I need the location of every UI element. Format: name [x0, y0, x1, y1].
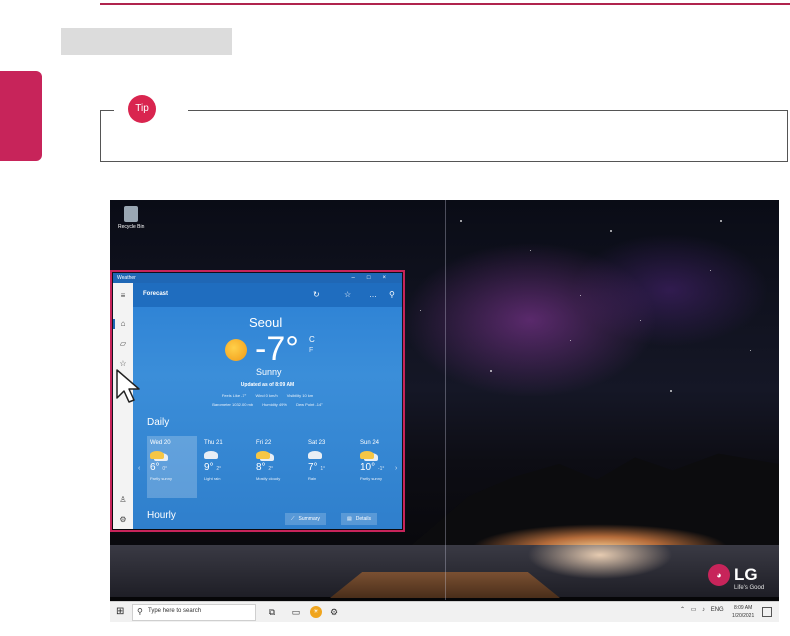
day-card[interactable]: Thu 21 9° 2° Light rain — [201, 436, 251, 498]
lg-logo-icon: ◕ — [708, 564, 730, 586]
recycle-bin-label: Recycle Bin — [118, 224, 145, 230]
section-tab — [0, 71, 42, 161]
partly-sunny-icon — [360, 451, 374, 459]
search-placeholder: Type here to search — [148, 608, 202, 614]
sunny-icon — [225, 339, 247, 361]
summary-button[interactable]: ⟋ Summary — [285, 513, 326, 525]
details-button[interactable]: ▤ Details — [341, 513, 378, 525]
window-title: Weather — [117, 275, 136, 281]
weather-app-taskbar-icon[interactable]: ☀ — [310, 606, 322, 618]
search-icon: ⚲ — [137, 607, 143, 616]
weather-header: Forecast ↻ ☆ … ⚲ — [133, 283, 402, 307]
maps-icon[interactable]: ▱ — [118, 339, 128, 349]
chevron-up-icon[interactable]: ⌃ — [680, 607, 685, 613]
hamburger-menu-icon[interactable]: ≡ — [118, 291, 128, 301]
system-tray: ⌃ ▭ ♪ ENG — [680, 606, 728, 618]
day-card[interactable]: Sun 24 10° -1° Partly sunny — [357, 436, 397, 498]
updated-time: Updated as of 8:09 AM — [240, 382, 295, 388]
manual-page: Tip Recycle Bin ◕ LG Life's Good ⊞ ⚲ Typ… — [0, 0, 790, 636]
forecast-title: Forecast — [143, 291, 169, 297]
document-icon: ▤ — [347, 516, 352, 522]
taskbar-search[interactable]: ⚲ Type here to search — [132, 604, 256, 621]
notification-center-icon[interactable] — [762, 607, 772, 617]
search-icon[interactable]: ⚲ — [389, 290, 395, 299]
recycle-bin[interactable]: Recycle Bin — [118, 206, 144, 230]
day-card[interactable]: Wed 20 6° 0° Partly sunny — [147, 436, 197, 498]
chart-icon: ⟋ — [291, 516, 295, 522]
clock-date: 1/20/2021 — [732, 613, 755, 619]
light-rain-icon — [204, 451, 218, 459]
day-card[interactable]: Fri 22 8° 2° Mostly cloudy — [253, 436, 303, 498]
windows-start-icon[interactable]: ⊞ — [116, 607, 126, 617]
close-icon[interactable]: × — [382, 275, 398, 281]
heading-placeholder — [61, 28, 232, 55]
lg-logo-text: LG — [734, 565, 758, 584]
window-titlebar[interactable]: Weather –□× — [113, 273, 402, 283]
minimize-icon[interactable]: – — [352, 275, 367, 281]
chevron-left-icon[interactable]: ‹ — [138, 465, 140, 472]
taskbar: ⊞ ⚲ Type here to search ⧉ ▭ ☀ ⚙ ⌃ ▭ ♪ EN… — [110, 601, 779, 622]
clock-time: 8:09 AM — [733, 605, 753, 611]
language-indicator[interactable]: ENG — [711, 607, 724, 613]
more-icon[interactable]: … — [369, 290, 377, 299]
refresh-icon[interactable]: ↻ — [313, 290, 320, 299]
current-condition: Sunny — [256, 367, 282, 377]
unit-fahrenheit[interactable]: F — [309, 347, 313, 354]
current-temperature: -7° — [255, 330, 299, 368]
account-icon[interactable]: ♙ — [118, 495, 128, 505]
tip-badge: Tip — [128, 95, 156, 123]
volume-icon[interactable]: ♪ — [702, 607, 705, 613]
lg-logo: ◕ LG Life's Good — [708, 564, 772, 594]
settings-gear-icon[interactable]: ⚙ — [328, 606, 340, 618]
recycle-bin-icon — [124, 206, 138, 222]
unit-celsius[interactable]: C — [309, 335, 315, 344]
rain-icon — [308, 451, 322, 459]
tip-box — [100, 110, 788, 162]
top-rule — [100, 3, 790, 5]
day-card[interactable]: Sat 23 7° 1° Rain — [305, 436, 355, 498]
settings-icon[interactable]: ⚙ — [118, 515, 128, 525]
lg-tagline: Life's Good — [734, 585, 765, 591]
partly-sunny-icon — [256, 451, 270, 459]
city-name: Seoul — [249, 315, 283, 330]
daily-forecast: Wed 20 6° 0° Partly sunny Thu 21 9° 2° L… — [147, 436, 397, 498]
partly-sunny-icon — [150, 451, 164, 459]
hourly-title: Hourly — [147, 510, 176, 521]
clock[interactable]: 8:09 AM 1/20/2021 — [732, 604, 754, 620]
mouse-cursor-icon — [116, 369, 140, 403]
star-icon[interactable]: ☆ — [344, 290, 351, 299]
daily-title: Daily — [147, 417, 170, 428]
details-row-2: Barometer 1032.00 mb Humidity 49% Dew Po… — [212, 402, 323, 407]
weather-window: Weather –□× ≡ ⌂ ▱ ☆ ♙ ⚙ Forecast ↻ ☆ … ⚲… — [113, 273, 402, 529]
maximize-icon[interactable]: □ — [367, 275, 383, 281]
screen-divider — [445, 200, 446, 600]
home-icon[interactable]: ⌂ — [118, 319, 128, 329]
task-view-icon[interactable]: ⧉ — [266, 606, 278, 618]
details-row-1: Feels Like -7° Wind 0 km/h Visibility 10… — [221, 393, 314, 398]
file-explorer-icon[interactable]: ▭ — [290, 606, 302, 618]
network-icon[interactable]: ▭ — [691, 607, 697, 613]
